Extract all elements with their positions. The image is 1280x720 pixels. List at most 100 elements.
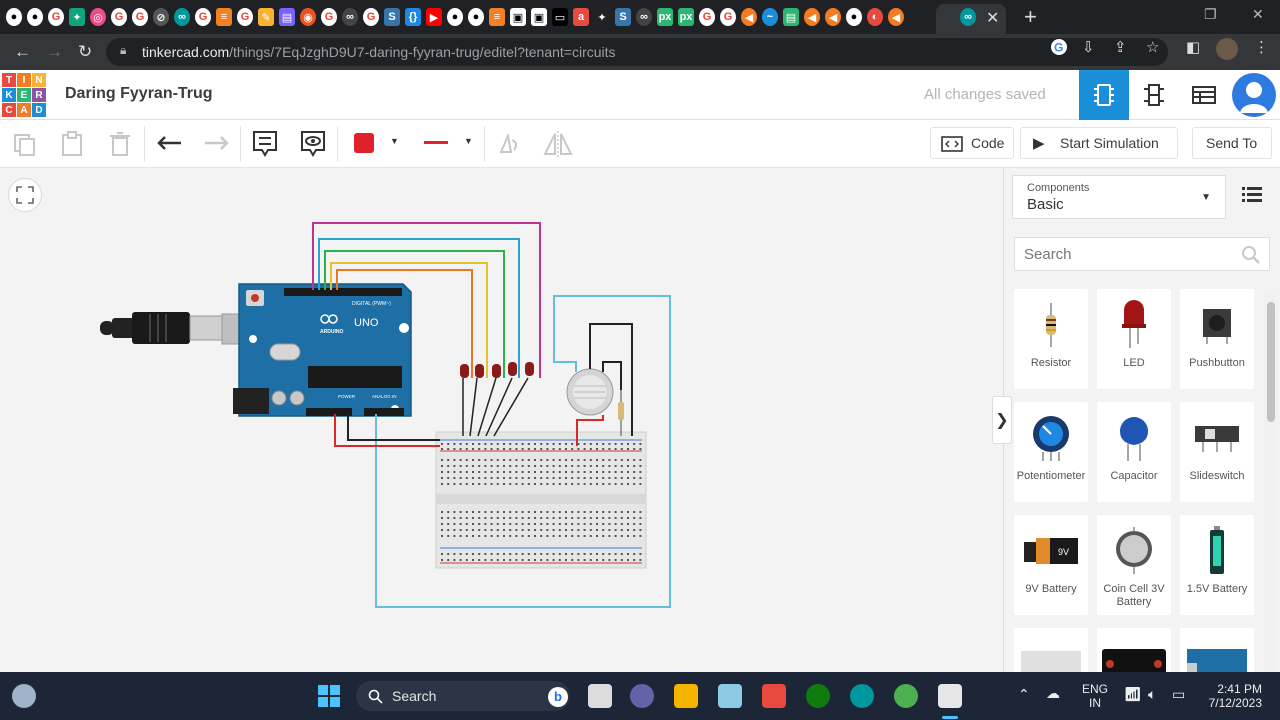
github-tab-icon[interactable]: ● — [6, 8, 22, 26]
wire-type-picker[interactable]: ▼ — [414, 127, 480, 159]
sheet-tab-icon[interactable]: ▤ — [783, 8, 799, 26]
download-icon[interactable]: ⇩ — [1082, 38, 1095, 56]
github-tab-icon[interactable]: ● — [27, 8, 43, 26]
google-tab-icon[interactable]: G — [48, 8, 64, 26]
purple-tab-icon[interactable]: ▤ — [279, 8, 295, 26]
dribbble-tab-icon[interactable]: ◎ — [90, 8, 106, 26]
panel-scrollbar[interactable] — [1264, 290, 1278, 672]
component-card[interactable] — [1014, 628, 1088, 672]
user-avatar[interactable] — [1232, 73, 1276, 117]
youtube-tab-icon[interactable]: ▶ — [426, 8, 442, 26]
component-card[interactable] — [1180, 628, 1254, 672]
delete-button[interactable] — [104, 128, 136, 160]
task-view-icon[interactable] — [588, 684, 612, 708]
component-card[interactable]: Coin Cell 3V Battery — [1097, 515, 1171, 615]
file-explorer-icon[interactable] — [674, 684, 698, 708]
search-input[interactable] — [1015, 238, 1235, 270]
arduino-uno-board[interactable]: DIGITAL (PWM~) UNO ARDUINO POWER ANALOG … — [233, 283, 412, 417]
xbox-icon[interactable] — [806, 684, 830, 708]
notes-button[interactable] — [249, 128, 281, 160]
google-tab-icon[interactable]: G — [699, 8, 715, 26]
component-card[interactable]: Slideswitch — [1180, 402, 1254, 502]
link-tab-icon[interactable]: ⊘ — [153, 8, 169, 26]
search-icon[interactable] — [1241, 245, 1261, 265]
code-tab-icon[interactable]: {} — [405, 8, 421, 26]
lock-icon[interactable]: 🔒︎ — [120, 43, 126, 58]
flip-button[interactable] — [542, 128, 574, 160]
circuit-canvas[interactable]: DIGITAL (PWM~) UNO ARDUINO POWER ANALOG … — [0, 168, 1003, 672]
arduino-ide-icon[interactable] — [850, 684, 874, 708]
python-tab-icon[interactable]: S — [615, 8, 631, 26]
wifi-icon[interactable]: 📶︎ — [1124, 686, 1142, 703]
google-tab-icon[interactable]: G — [363, 8, 379, 26]
github-tab-icon[interactable]: ● — [468, 8, 484, 26]
bookmark-star-icon[interactable]: ☆ — [1146, 38, 1159, 56]
url-text[interactable]: tinkercad.com/things/7EqJzghD9U7-daring-… — [142, 44, 616, 60]
tinkercad-logo[interactable]: TIN KER CAD — [2, 73, 46, 117]
toggle-notes-visibility-button[interactable] — [297, 128, 329, 160]
toggle-tab-icon[interactable]: ◐ — [867, 8, 883, 26]
component-list-view-button[interactable] — [1179, 70, 1229, 120]
stackoverflow-tab-icon[interactable]: ≡ — [216, 8, 232, 26]
component-card[interactable]: Resistor — [1014, 289, 1088, 389]
google-icon[interactable]: G — [1050, 38, 1068, 60]
start-button[interactable] — [318, 685, 340, 712]
google-tab-icon[interactable]: G — [195, 8, 211, 26]
back-button[interactable]: ← — [14, 42, 31, 62]
share-icon[interactable]: ⇪ — [1114, 38, 1127, 56]
circuit-view-button[interactable] — [1079, 70, 1129, 120]
breadboard[interactable] — [435, 431, 647, 569]
pencil-tab-icon[interactable]: ✎ — [258, 8, 274, 26]
google-tab-icon[interactable]: G — [111, 8, 127, 26]
google-tab-icon[interactable]: G — [720, 8, 736, 26]
forward-button[interactable]: → — [46, 42, 63, 62]
chatgpt-tab-icon[interactable]: ✦ — [594, 8, 610, 26]
component-card[interactable] — [1097, 628, 1171, 672]
close-window-icon[interactable]: ✕ — [1252, 6, 1264, 23]
tray-overflow-icon[interactable]: ⌃ — [1018, 686, 1030, 703]
paste-button[interactable] — [56, 128, 88, 160]
google-tab-icon[interactable]: G — [132, 8, 148, 26]
omnibox[interactable]: 🔒︎ tinkercad.com/things/7EqJzghD9U7-dari… — [106, 38, 1168, 66]
design-name[interactable]: Daring Fyyran-Trug — [65, 85, 213, 103]
photos-icon[interactable] — [718, 684, 742, 708]
link-tab-icon[interactable]: ∞ — [636, 8, 652, 26]
weather-icon[interactable] — [12, 684, 36, 708]
volume-icon[interactable]: 🔈︎ — [1148, 686, 1156, 703]
terminal-tab-icon[interactable]: ▭ — [552, 8, 568, 26]
chrome-icon[interactable] — [894, 684, 918, 708]
start-simulation-button[interactable]: ▶ Start Simulation — [1020, 127, 1178, 159]
onedrive-icon[interactable]: ☁ — [1046, 685, 1060, 702]
teams-icon[interactable] — [630, 684, 654, 708]
scrollbar-thumb[interactable] — [1267, 302, 1275, 422]
components-category-select[interactable]: Components Basic ▼ — [1012, 175, 1226, 219]
ask-tab-icon[interactable]: a — [573, 8, 589, 26]
language-indicator[interactable]: ENG IN — [1082, 682, 1108, 710]
stackoverflow-tab-icon[interactable]: ≡ — [489, 8, 505, 26]
collapse-panel-button[interactable]: ❯ — [992, 396, 1012, 444]
office-icon[interactable] — [762, 684, 786, 708]
schematic-view-button[interactable] — [1129, 70, 1179, 120]
tinkercad-tab-icon[interactable]: ◀ — [804, 8, 820, 26]
google-tab-icon[interactable]: G — [321, 8, 337, 26]
component-card[interactable]: LED — [1097, 289, 1171, 389]
github-tab-icon[interactable]: ● — [447, 8, 463, 26]
ubuntu-tab-icon[interactable]: ◉ — [300, 8, 316, 26]
restore-window-icon[interactable]: ❐ — [1204, 6, 1217, 23]
taskbar-search[interactable]: Search b — [356, 681, 570, 711]
resistor[interactable] — [618, 390, 624, 436]
tinkercad-tab-icon[interactable]: ◀ — [741, 8, 757, 26]
code-button[interactable]: Code — [930, 127, 1014, 159]
send-to-button[interactable]: Send To — [1192, 127, 1272, 159]
link-tab-icon[interactable]: ∞ — [342, 8, 358, 26]
clock[interactable]: 2:41 PM 7/12/2023 — [1206, 682, 1262, 710]
github-tab-icon[interactable]: ● — [846, 8, 862, 26]
new-tab-button[interactable]: + — [1024, 4, 1037, 30]
chatgpt-tab-icon[interactable]: ✦ — [69, 8, 85, 26]
sidepanel-icon[interactable]: ◧ — [1186, 38, 1200, 56]
tinkercad-tab-icon[interactable]: ◀ — [888, 8, 904, 26]
tab-close-icon[interactable]: ✕ — [986, 8, 999, 28]
python-tab-icon[interactable]: S — [384, 8, 400, 26]
menu-kebab-icon[interactable]: ⋮ — [1254, 38, 1269, 56]
wave-tab-icon[interactable]: ~ — [762, 8, 778, 26]
